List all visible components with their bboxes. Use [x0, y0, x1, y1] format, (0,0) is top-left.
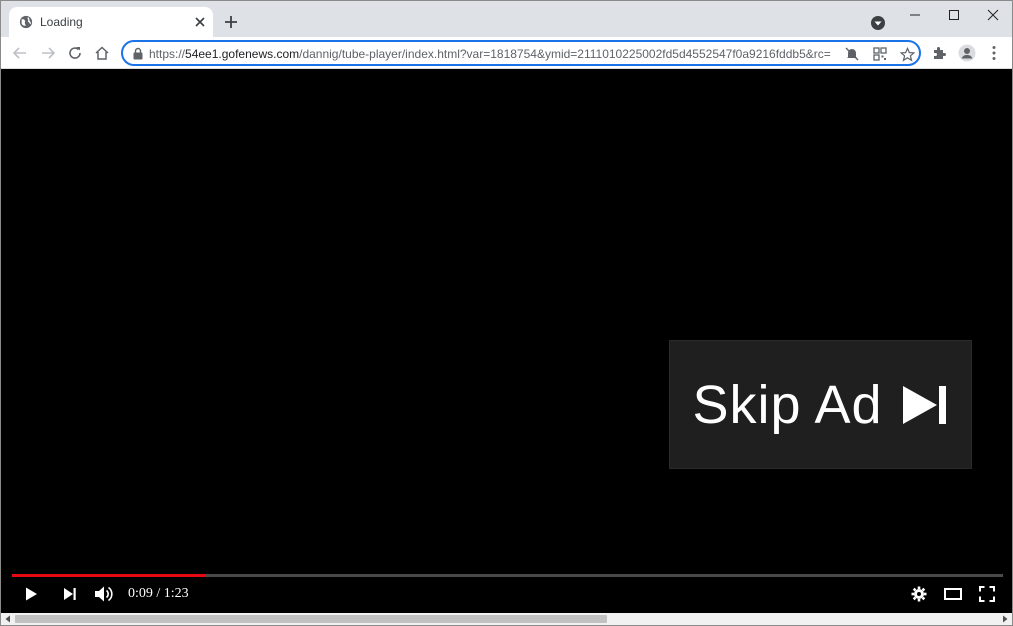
back-button[interactable]: [9, 42, 31, 64]
tab-active[interactable]: Loading: [9, 7, 213, 37]
arrow-right-icon: [42, 47, 56, 59]
browser-toolbar: https://54ee1.gofenews.com/dannig/tube-p…: [1, 37, 1012, 69]
puzzle-icon: [934, 47, 946, 59]
maximize-button[interactable]: [940, 5, 968, 25]
fullscreen-icon: [979, 586, 995, 602]
tab-search-icon[interactable]: [869, 14, 887, 32]
close-icon: [987, 9, 999, 21]
lock-icon[interactable]: [132, 47, 144, 60]
browser-window: Loading https://54ee1.gofenews.com/danni…: [0, 0, 1013, 626]
notifications-blocked-icon[interactable]: [843, 45, 861, 63]
next-button[interactable]: [58, 582, 82, 606]
forward-button[interactable]: [37, 42, 59, 64]
gear-icon: [911, 586, 927, 602]
skip-next-icon: [902, 385, 946, 424]
progress-bar-played: [12, 574, 206, 577]
settings-button[interactable]: [907, 582, 931, 606]
scroll-left-icon[interactable]: [4, 615, 12, 623]
url-scheme: https://: [149, 47, 186, 61]
close-icon[interactable]: [192, 14, 208, 30]
video-player[interactable]: Skip Ad 0:09 / 1:23: [1, 69, 1012, 613]
minimize-button[interactable]: [901, 5, 929, 25]
url-path: /dannig/tube-player/index.html?var=18187…: [299, 47, 831, 61]
more-vert-icon: [992, 46, 996, 60]
home-button[interactable]: [91, 42, 113, 64]
skip-ad-label: Skip Ad: [692, 374, 883, 435]
arrow-left-icon: [12, 47, 26, 59]
volume-button[interactable]: [92, 582, 116, 606]
scroll-right-icon[interactable]: [1001, 615, 1009, 623]
time-display: 0:09 / 1:23: [128, 586, 189, 601]
play-button[interactable]: [19, 582, 43, 606]
address-bar[interactable]: https://54ee1.gofenews.com/dannig/tube-p…: [121, 40, 921, 66]
tab-strip: Loading: [1, 1, 1012, 37]
avatar-icon: [958, 44, 976, 62]
qr-code-icon[interactable]: [871, 45, 889, 63]
skip-next-icon: [64, 588, 76, 600]
fullscreen-button[interactable]: [975, 582, 999, 606]
profile-button[interactable]: [956, 42, 978, 64]
home-icon: [95, 46, 109, 60]
url-host: 54ee1.gofenews.com: [185, 47, 300, 61]
progress-bar[interactable]: [12, 574, 1003, 577]
minimize-icon: [910, 14, 920, 16]
url-text[interactable]: https://54ee1.gofenews.com/dannig/tube-p…: [149, 47, 835, 61]
menu-button[interactable]: [983, 42, 1005, 64]
volume-icon: [95, 586, 113, 602]
extensions-button[interactable]: [928, 42, 950, 64]
plus-icon: [225, 16, 237, 28]
scrollbar-thumb[interactable]: [15, 615, 607, 623]
window-close-button[interactable]: [979, 5, 1007, 25]
tab-title: Loading: [40, 15, 83, 29]
maximize-icon: [949, 10, 959, 20]
theater-mode-button[interactable]: [941, 582, 965, 606]
play-icon: [26, 587, 37, 601]
reload-icon: [69, 47, 81, 59]
reload-button[interactable]: [64, 42, 86, 64]
globe-icon: [19, 15, 33, 29]
new-tab-button[interactable]: [221, 12, 241, 32]
bookmark-star-icon[interactable]: [898, 45, 916, 63]
theater-mode-icon: [944, 588, 962, 600]
skip-ad-button[interactable]: Skip Ad: [669, 340, 972, 469]
horizontal-scrollbar[interactable]: [1, 613, 1012, 625]
